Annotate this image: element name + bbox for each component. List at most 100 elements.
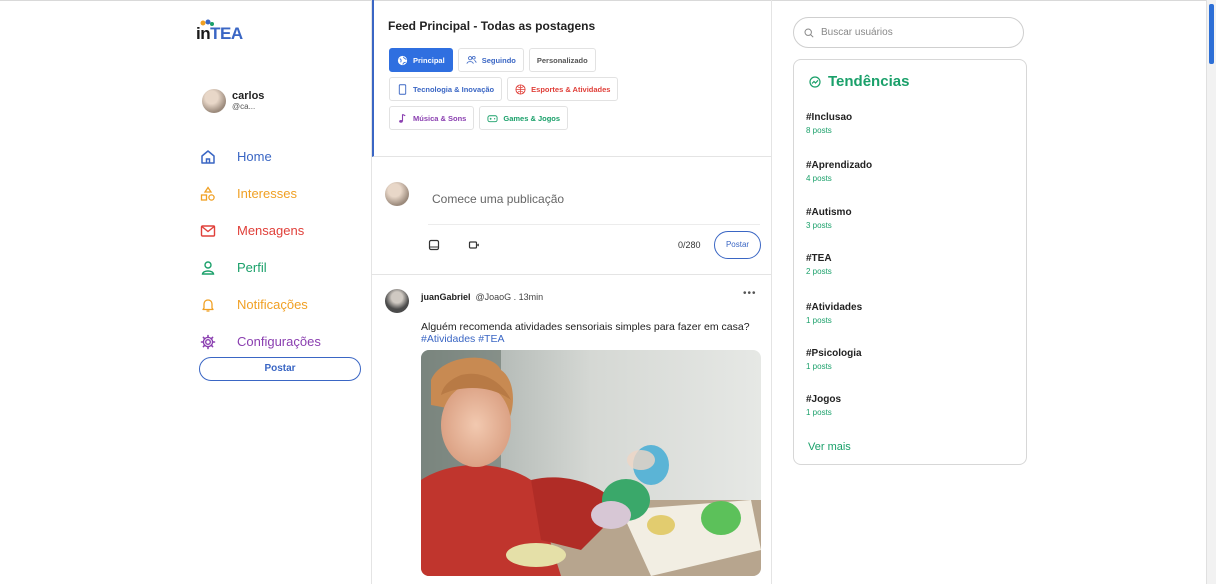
trend-tag: #Atividades <box>806 302 863 313</box>
trend-tag: #Psicologia <box>806 348 862 359</box>
scrollbar-thumb[interactable] <box>1209 4 1214 64</box>
user-icon <box>200 260 216 276</box>
search-input[interactable] <box>821 27 1001 38</box>
divider <box>428 224 760 225</box>
trend-tag: #TEA <box>806 253 832 264</box>
sidebar-item-label: Interesses <box>237 186 297 201</box>
post-text: Alguém recomenda atividades sensoriais s… <box>421 321 766 345</box>
post-author[interactable]: juanGabriel <box>421 292 471 302</box>
sidebar-item-home[interactable]: Home <box>200 138 321 175</box>
trend-count: 1 posts <box>806 408 832 417</box>
post-image[interactable] <box>421 350 761 576</box>
chip-label: Personalizado <box>536 55 588 65</box>
video-icon[interactable] <box>468 239 480 251</box>
shapes-icon <box>200 185 216 202</box>
mail-icon <box>200 223 216 239</box>
logo-text: inTEA <box>196 24 243 44</box>
chip-seguindo[interactable]: Seguindo <box>457 48 524 72</box>
trend-item[interactable]: #Atividades 1 posts <box>806 302 862 325</box>
globe-icon <box>397 55 408 66</box>
sidebar-nav: Home Interesses Mensagens Perfil Notific… <box>200 138 321 360</box>
chip-row: Tecnologia & Inovação Esportes & Ativida… <box>389 77 689 101</box>
post-body: Alguém recomenda atividades sensoriais s… <box>421 321 750 333</box>
sidebar-item-perfil[interactable]: Perfil <box>200 249 321 286</box>
user-profile[interactable]: carlos @ca... <box>202 89 264 113</box>
trend-item[interactable]: #Jogos 1 posts <box>806 394 841 417</box>
sidebar-item-label: Notificações <box>237 297 308 312</box>
chip-games[interactable]: Games & Jogos <box>479 106 569 130</box>
user-search[interactable] <box>793 17 1024 48</box>
feed-filter-chips: Principal Seguindo Personalizado Tecnolo… <box>389 48 689 135</box>
trend-item[interactable]: #Inclusao 8 posts <box>806 112 852 135</box>
post-more-button[interactable]: ••• <box>743 288 757 299</box>
see-more-link[interactable]: Ver mais <box>808 441 851 453</box>
page-title: Feed Principal - Todas as postagens <box>388 19 596 33</box>
sidebar-item-label: Perfil <box>237 260 267 275</box>
sidebar-item-interesses[interactable]: Interesses <box>200 175 321 212</box>
trend-count: 1 posts <box>806 316 832 325</box>
user-handle: @ca... <box>232 101 256 111</box>
sidebar-item-configuracoes[interactable]: Configurações <box>200 323 321 360</box>
chip-esportes[interactable]: Esportes & Atividades <box>507 77 619 101</box>
chip-label: Games & Jogos <box>503 113 561 123</box>
chip-row: Música & Sons Games & Jogos <box>389 106 689 130</box>
trending-icon <box>809 75 821 88</box>
post-meta: juanGabriel @JoaoG . 13min <box>421 292 543 302</box>
app-logo[interactable]: inTEA <box>196 19 243 44</box>
sidebar-post-button[interactable]: Postar <box>199 357 361 381</box>
logo-icon <box>200 19 214 26</box>
chip-musica[interactable]: Música & Sons <box>389 106 475 130</box>
trend-item[interactable]: #TEA 2 posts <box>806 253 832 276</box>
child-playing-photo <box>421 350 761 576</box>
post-hashtags[interactable]: #Atividades #TEA <box>421 333 766 345</box>
trend-tag: #Autismo <box>806 207 852 218</box>
trend-item[interactable]: #Psicologia 1 posts <box>806 348 862 371</box>
gear-icon <box>200 334 216 350</box>
trend-count: 4 posts <box>806 174 832 183</box>
ball-icon <box>515 83 526 95</box>
chip-personalizado[interactable]: Personalizado <box>528 48 596 72</box>
trend-tag: #Inclusao <box>806 112 853 123</box>
chip-label: Tecnologia & Inovação <box>413 84 495 94</box>
trend-count: 1 posts <box>806 362 832 371</box>
image-icon[interactable] <box>428 239 440 251</box>
trend-count: 8 posts <box>806 126 832 135</box>
scrollbar[interactable] <box>1206 0 1216 584</box>
chip-label: Esportes & Atividades <box>531 84 611 94</box>
logo-text-tea: TEA <box>210 24 243 43</box>
avatar <box>202 89 226 113</box>
avatar[interactable] <box>385 289 409 313</box>
users-icon <box>466 55 477 66</box>
trend-item[interactable]: #Aprendizado 4 posts <box>806 160 872 183</box>
gamepad-icon <box>487 113 498 124</box>
trend-count: 2 posts <box>806 267 832 276</box>
music-icon <box>397 113 408 124</box>
post-handle-time: @JoaoG . 13min <box>475 292 544 302</box>
composer-input[interactable]: Comece uma publicação <box>432 192 564 206</box>
trends-panel: Tendências #Inclusao 8 posts #Aprendizad… <box>793 59 1027 465</box>
trends-heading: Tendências <box>809 73 909 90</box>
composer-post-button[interactable]: Postar <box>714 231 761 259</box>
sidebar-item-label: Home <box>237 149 272 164</box>
feed-post: juanGabriel @JoaoG . 13min ••• Alguém rec… <box>372 276 772 584</box>
sidebar-item-label: Mensagens <box>237 223 305 238</box>
trend-tag: #Aprendizado <box>806 160 873 171</box>
trend-count: 3 posts <box>806 221 832 230</box>
sidebar-item-mensagens[interactable]: Mensagens <box>200 212 321 249</box>
user-name: carlos <box>232 90 265 103</box>
avatar <box>385 182 409 206</box>
trend-tag: #Jogos <box>806 394 842 405</box>
search-icon <box>804 27 814 38</box>
trends-title: Tendências <box>828 73 910 90</box>
feed-header: Feed Principal - Todas as postagens Prin… <box>372 0 772 157</box>
sidebar-item-notificacoes[interactable]: Notificações <box>200 286 321 323</box>
trend-item[interactable]: #Autismo 3 posts <box>806 207 852 230</box>
tablet-icon <box>397 83 408 95</box>
chip-row: Principal Seguindo Personalizado <box>389 48 689 72</box>
chip-tecnologia[interactable]: Tecnologia & Inovação <box>389 77 503 101</box>
chip-principal[interactable]: Principal <box>389 48 453 72</box>
chip-label: Música & Sons <box>413 113 467 123</box>
app-root: inTEA carlos @ca... Home Interesses Mens… <box>0 0 1216 584</box>
sidebar-item-label: Configurações <box>237 334 321 349</box>
bell-icon <box>200 297 216 313</box>
